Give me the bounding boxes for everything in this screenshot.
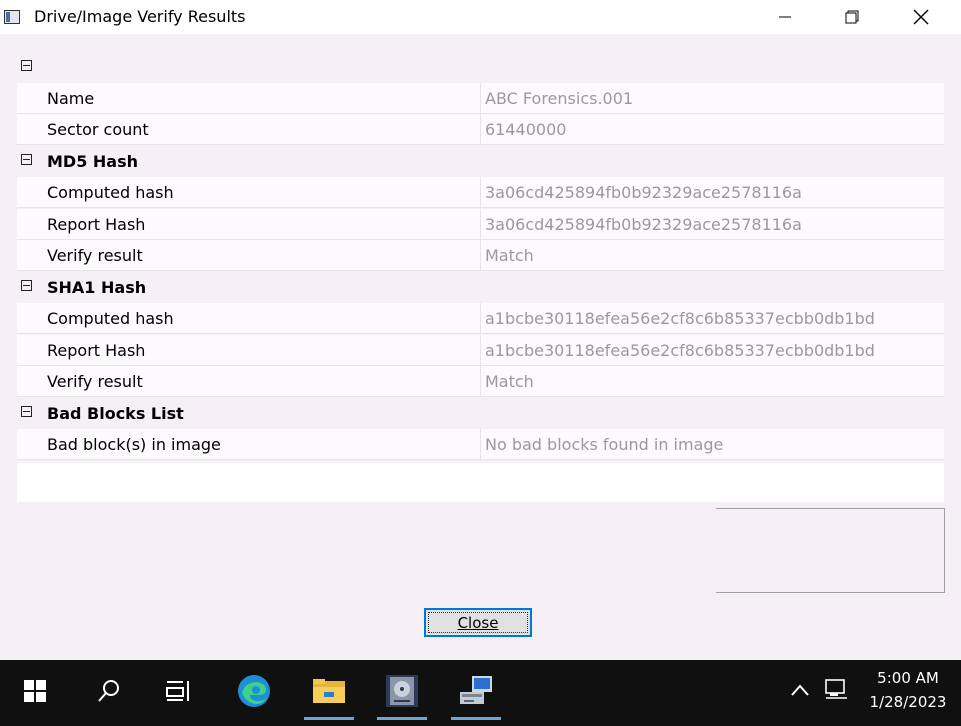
property-row[interactable]: Report Hash 3a06cd425894fb0b92329ace2578… [17,209,944,240]
close-window-button[interactable] [898,0,944,34]
start-button[interactable] [6,660,64,722]
disk-imager-icon [386,675,418,707]
property-value: a1bcbe30118efea56e2cf8c6b85337ecbb0db1bd [480,335,942,365]
property-row[interactable]: Report Hash a1bcbe30118efea56e2cf8c6b853… [17,335,944,366]
network-icon [825,679,847,699]
category-label: SHA1 Hash [47,278,147,297]
network-status-button[interactable] [825,678,851,704]
taskbar [0,660,961,726]
property-value: a1bcbe30118efea56e2cf8c6b85337ecbb0db1bd [480,303,942,333]
close-button[interactable]: Close [424,608,532,637]
property-row[interactable]: Verify result Match [17,240,944,271]
clock-date: 1/28/2023 [869,693,947,711]
property-row[interactable]: Computed hash 3a06cd425894fb0b92329ace25… [17,177,944,208]
property-row[interactable]: Computed hash a1bcbe30118efea56e2cf8c6b8… [17,303,944,334]
close-button-label: Close [457,613,499,632]
category-general[interactable] [17,52,944,83]
file-explorer-icon [313,679,345,703]
property-value: 3a06cd425894fb0b92329ace2578116a [480,177,942,207]
property-value: No bad blocks found in image [480,429,942,459]
verify-results-window: Drive/Image Verify Results Name ABC Fore… [0,0,961,660]
property-value: ABC Forensics.001 [480,83,942,113]
property-name: Report Hash [47,215,146,234]
show-hidden-icons-button[interactable] [790,682,810,701]
property-name: Computed hash [47,309,174,328]
restore-icon [845,10,859,24]
property-name: Verify result [47,372,143,391]
property-name: Name [47,89,95,108]
property-row[interactable]: Bad block(s) in image No bad blocks foun… [17,429,944,460]
property-value: 3a06cd425894fb0b92329ace2578116a [480,209,942,239]
property-name: Sector count [47,120,149,139]
task-view-icon [166,681,189,701]
group-box-frame [716,508,945,593]
app-icon [4,10,20,24]
property-row[interactable]: Name ABC Forensics.001 [17,83,944,114]
collapse-icon[interactable] [21,154,32,165]
category-label: MD5 Hash [47,152,139,171]
edge-icon [238,675,270,707]
maximize-button[interactable] [829,0,875,34]
property-name: Verify result [47,246,143,265]
title-bar[interactable]: Drive/Image Verify Results [0,0,961,34]
property-name: Report Hash [47,341,146,360]
disk-imager-taskbar-button[interactable] [373,660,431,722]
file-explorer-taskbar-button[interactable] [300,660,358,722]
task-view-button[interactable] [150,660,208,722]
property-value: Match [480,366,942,396]
close-icon [913,9,929,25]
category-bad-blocks[interactable]: Bad Blocks List [17,398,944,429]
property-row[interactable]: Verify result Match [17,366,944,397]
chevron-up-icon [791,684,809,696]
search-icon [98,680,119,702]
category-label: Bad Blocks List [47,404,184,423]
minimize-button[interactable] [762,0,808,34]
description-panel [17,463,944,502]
network-setup-taskbar-button[interactable] [447,660,505,722]
property-row[interactable]: Sector count 61440000 [17,114,944,145]
network-setup-icon [460,676,492,704]
window-title: Drive/Image Verify Results [34,7,246,26]
edge-taskbar-button[interactable] [225,660,283,722]
start-icon [24,680,46,702]
minimize-icon [779,16,791,18]
property-name: Computed hash [47,183,174,202]
category-md5[interactable]: MD5 Hash [17,146,944,177]
category-sha1[interactable]: SHA1 Hash [17,272,944,303]
property-value: 61440000 [480,114,942,144]
collapse-icon[interactable] [21,280,32,291]
collapse-icon[interactable] [21,406,32,417]
clock-time: 5:00 AM [877,669,939,687]
taskbar-clock[interactable]: 5:00 AM 1/28/2023 [858,666,958,714]
property-name: Bad block(s) in image [47,435,221,454]
collapse-icon[interactable] [21,60,32,71]
property-value: Match [480,240,942,270]
search-button[interactable] [80,660,138,722]
